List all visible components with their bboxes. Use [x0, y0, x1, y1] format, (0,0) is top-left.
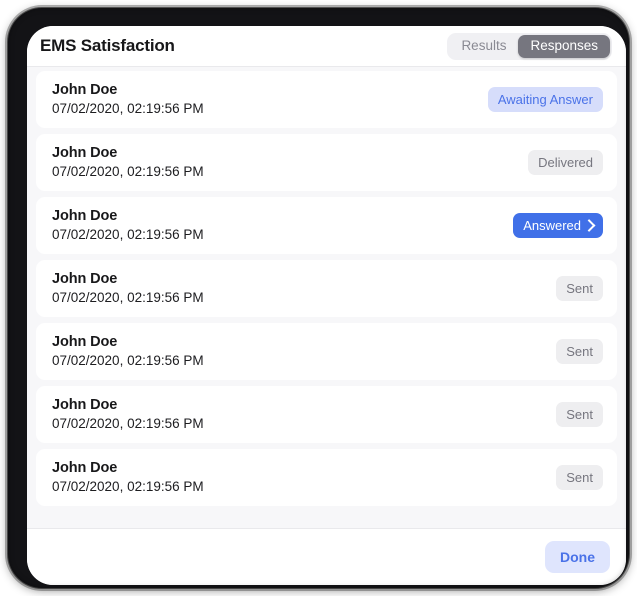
status-badge[interactable]: Sent [556, 465, 603, 490]
status-badge-label: Answered [523, 218, 581, 233]
done-button[interactable]: Done [545, 541, 610, 573]
respondent-name: John Doe [52, 334, 118, 351]
modal-card: EMS Satisfaction Results Responses John … [27, 26, 626, 585]
respondent-timestamp: 07/02/2020, 02:19:56 PM [52, 415, 204, 431]
respondent-name: John Doe [52, 460, 118, 477]
respondent-timestamp: 07/02/2020, 02:19:56 PM [52, 289, 204, 305]
status-badge-label: Sent [566, 281, 593, 296]
table-row[interactable]: John Doe 07/02/2020, 02:19:56 PM Deliver… [36, 134, 617, 191]
tab-responses[interactable]: Responses [518, 34, 610, 58]
respondent-name: John Doe [52, 397, 118, 414]
row-text: John Doe 07/02/2020, 02:19:56 PM [52, 334, 204, 369]
row-text: John Doe 07/02/2020, 02:19:56 PM [52, 460, 204, 495]
table-row[interactable]: John Doe 07/02/2020, 02:19:56 PM Answere… [36, 197, 617, 254]
respondent-name: John Doe [52, 82, 118, 99]
respondent-timestamp: 07/02/2020, 02:19:56 PM [52, 352, 204, 368]
respondent-timestamp: 07/02/2020, 02:19:56 PM [52, 226, 204, 242]
modal-header: EMS Satisfaction Results Responses [27, 26, 626, 67]
status-badge-label: Sent [566, 407, 593, 422]
status-badge-label: Delivered [538, 155, 593, 170]
respondent-name: John Doe [52, 208, 118, 225]
chevron-right-icon [582, 219, 596, 232]
tab-results[interactable]: Results [449, 35, 518, 58]
row-text: John Doe 07/02/2020, 02:19:56 PM [52, 271, 204, 306]
respondent-name: John Doe [52, 271, 118, 288]
status-badge[interactable]: Sent [556, 339, 603, 364]
table-row[interactable]: John Doe 07/02/2020, 02:19:56 PM Awaitin… [36, 71, 617, 128]
table-row[interactable]: John Doe 07/02/2020, 02:19:56 PM Sent [36, 449, 617, 506]
modal-footer: Done [27, 528, 626, 585]
respondent-timestamp: 07/02/2020, 02:19:56 PM [52, 100, 204, 116]
table-row[interactable]: John Doe 07/02/2020, 02:19:56 PM Sent [36, 386, 617, 443]
responses-list: John Doe 07/02/2020, 02:19:56 PM Awaitin… [27, 67, 626, 528]
status-badge[interactable]: Delivered [528, 150, 603, 175]
status-badge[interactable]: Answered [513, 213, 603, 238]
respondent-timestamp: 07/02/2020, 02:19:56 PM [52, 163, 204, 179]
respondent-timestamp: 07/02/2020, 02:19:56 PM [52, 478, 204, 494]
row-text: John Doe 07/02/2020, 02:19:56 PM [52, 397, 204, 432]
row-text: John Doe 07/02/2020, 02:19:56 PM [52, 82, 204, 117]
row-text: John Doe 07/02/2020, 02:19:56 PM [52, 208, 204, 243]
status-badge-label: Sent [566, 470, 593, 485]
status-badge[interactable]: Sent [556, 402, 603, 427]
respondent-name: John Doe [52, 145, 118, 162]
page-title: EMS Satisfaction [40, 36, 175, 55]
status-badge-label: Sent [566, 344, 593, 359]
table-row[interactable]: John Doe 07/02/2020, 02:19:56 PM Sent [36, 323, 617, 380]
row-text: John Doe 07/02/2020, 02:19:56 PM [52, 145, 204, 180]
segmented-control[interactable]: Results Responses [447, 32, 612, 60]
status-badge[interactable]: Awaiting Answer [487, 87, 603, 112]
status-badge[interactable]: Sent [556, 276, 603, 301]
table-row[interactable]: John Doe 07/02/2020, 02:19:56 PM Sent [36, 260, 617, 317]
device-frame: EMS Satisfaction Results Responses John … [8, 8, 629, 588]
status-badge-label: Awaiting Answer [497, 92, 593, 107]
